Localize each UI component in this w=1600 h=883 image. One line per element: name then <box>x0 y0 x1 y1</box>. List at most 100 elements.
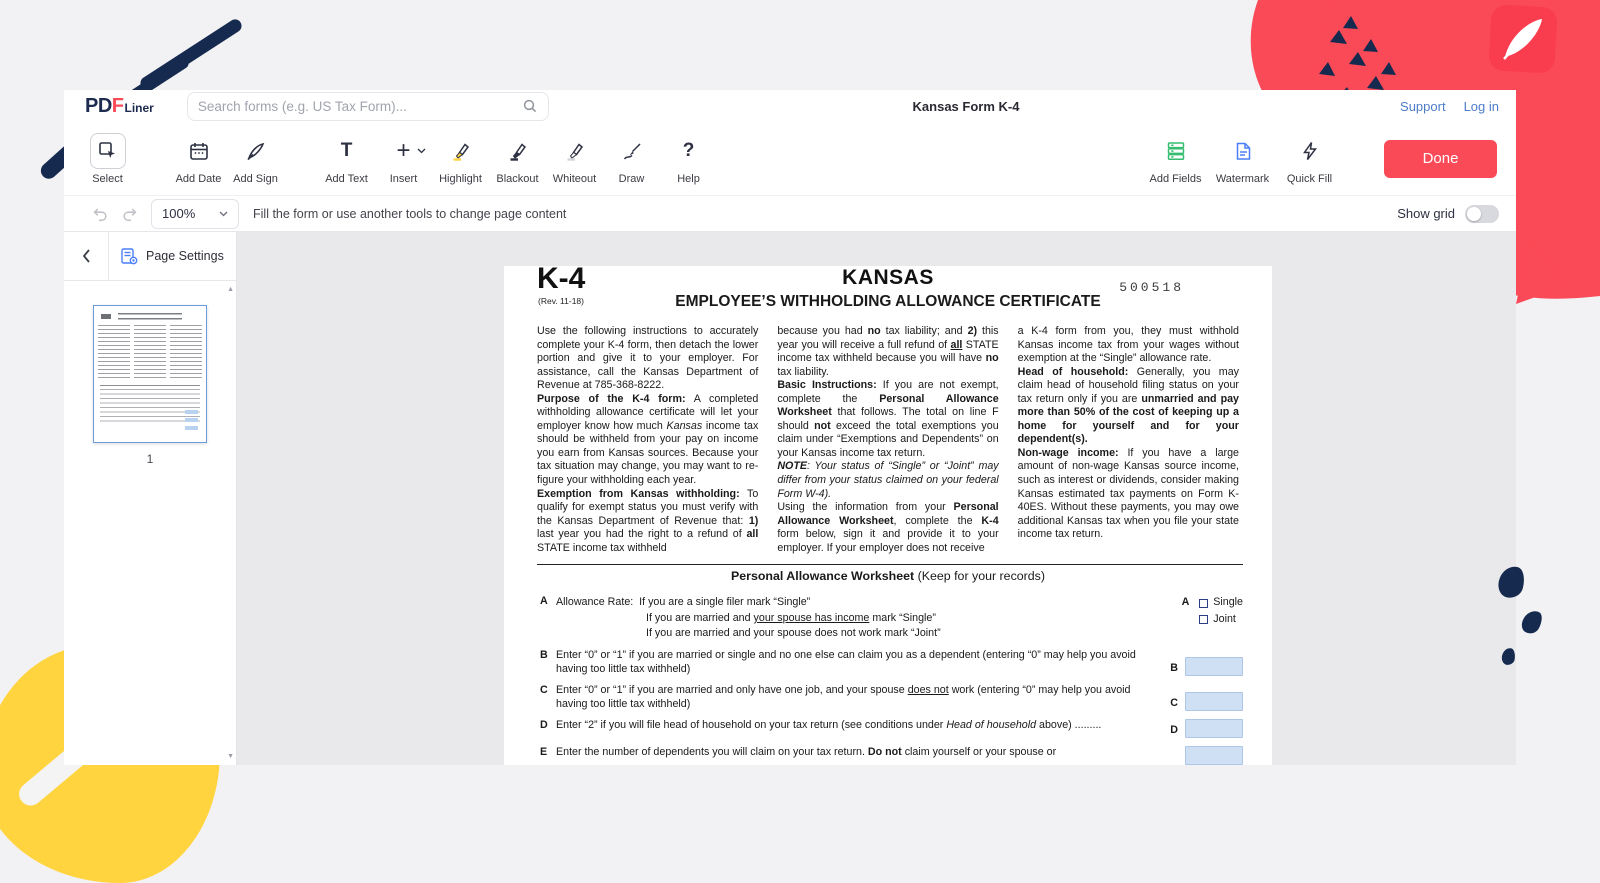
tool-label: Quick Fill <box>1287 173 1332 185</box>
document-title: Kansas Form K-4 <box>816 99 1116 114</box>
thumbnail-list: 1 <box>64 281 236 466</box>
show-grid-label: Show grid <box>1397 206 1455 221</box>
thumb-title-lines <box>118 313 182 322</box>
signature-pen-icon <box>238 133 274 169</box>
tool-label: Highlight <box>439 173 482 185</box>
page-settings-button[interactable]: Page Settings <box>109 232 234 280</box>
tool-highlight[interactable]: Highlight <box>432 133 489 185</box>
chevron-down-icon <box>219 211 228 217</box>
line-c-input[interactable] <box>1185 692 1243 711</box>
tool-quick-fill[interactable]: Quick Fill <box>1281 133 1338 185</box>
instruction-column-2: because you had no tax liability; and 2)… <box>777 325 998 555</box>
blackout-marker-icon <box>500 133 536 169</box>
line-d-input[interactable] <box>1185 719 1243 738</box>
sub-toolbar: 100% Fill the form or use another tools … <box>64 196 1516 232</box>
toggle-knob <box>1467 207 1481 221</box>
form-state-title: KANSAS <box>537 266 1239 290</box>
search-box <box>187 92 549 121</box>
pdf-page: 500518 K-4 (Rev. 11-18) KANSAS EMPLOYEE’… <box>504 266 1272 765</box>
plus-icon: + <box>386 133 422 169</box>
calendar-icon <box>181 133 217 169</box>
tool-select[interactable]: Select <box>79 133 136 185</box>
single-checkbox[interactable]: Single <box>1199 596 1243 610</box>
pdfliner-logo[interactable]: PDFLiner <box>85 95 154 118</box>
hint-text: Fill the form or use another tools to ch… <box>253 207 566 221</box>
login-link[interactable]: Log in <box>1464 99 1499 114</box>
tool-add-sign[interactable]: Add Sign <box>227 133 284 185</box>
app-window: PDFLiner Kansas Form K-4 Support Log in … <box>64 90 1516 765</box>
question-mark-icon: ? <box>671 133 707 169</box>
line-b-input[interactable] <box>1185 657 1243 676</box>
search-icon[interactable] <box>522 98 538 114</box>
form-subtitle: EMPLOYEE’S WITHHOLDING ALLOWANCE CERTIFI… <box>537 293 1239 311</box>
row-c-text: Enter “0” or “1” if you are married and … <box>556 684 1143 712</box>
tool-label: Add Text <box>325 173 368 185</box>
tool-label: Draw <box>619 173 645 185</box>
text-icon: T <box>329 133 365 169</box>
checkbox-label: Joint <box>1213 613 1236 627</box>
support-link[interactable]: Support <box>1400 99 1446 114</box>
draw-pen-icon <box>614 133 650 169</box>
tool-label: Add Date <box>176 173 222 185</box>
tool-add-text[interactable]: T Add Text <box>318 133 375 185</box>
chevron-down-icon <box>417 148 426 154</box>
toolbar-right-group: Add Fields Watermark <box>1147 133 1338 185</box>
row-letter: B <box>540 649 556 677</box>
zoom-select[interactable]: 100% <box>151 199 239 229</box>
instruction-columns: Use the following instructions to accura… <box>504 325 1272 555</box>
joint-checkbox[interactable]: Joint <box>1199 613 1243 627</box>
tool-draw[interactable]: Draw <box>603 133 660 185</box>
row-letter: C <box>1170 697 1178 711</box>
worksheet-row-d: D Enter “2” if you will file head of hou… <box>540 719 1243 739</box>
tool-help[interactable]: ? Help <box>660 133 717 185</box>
logo-text: F <box>112 95 124 118</box>
row-letter: E <box>540 746 556 765</box>
redo-button[interactable] <box>120 204 140 224</box>
logo-text: Liner <box>125 101 154 115</box>
worksheet-divider <box>537 564 1243 565</box>
tool-whiteout[interactable]: Whiteout <box>546 133 603 185</box>
page-thumbnail[interactable] <box>93 305 207 443</box>
lightning-icon <box>1292 133 1328 169</box>
select-icon <box>90 133 126 169</box>
toolbar: Select Add Date <box>64 122 1516 196</box>
row-a-text: Allowance Rate: If you are a single file… <box>556 595 1143 642</box>
worksheet-title: Personal Allowance Worksheet (Keep for y… <box>504 569 1272 583</box>
worksheet-row-b: B Enter “0” or “1” if you are married or… <box>540 649 1243 677</box>
checkbox-box <box>1199 615 1208 624</box>
tool-insert[interactable]: + Insert <box>375 133 432 185</box>
tool-blackout[interactable]: Blackout <box>489 133 546 185</box>
scroll-up-arrow[interactable]: ▲ <box>227 286 234 293</box>
document-area: 500518 K-4 (Rev. 11-18) KANSAS EMPLOYEE’… <box>237 232 1516 765</box>
tool-add-date[interactable]: Add Date <box>170 133 227 185</box>
thumb-text-columns <box>98 325 202 381</box>
pages-sidebar: Page Settings 1 ▲ ▼ <box>64 232 237 765</box>
add-fields-icon <box>1158 133 1194 169</box>
tool-label: Help <box>677 173 700 185</box>
row-letter: A <box>540 595 556 642</box>
top-links: Support Log in <box>1400 99 1499 114</box>
personal-allowance-worksheet: A Allowance Rate: If you are a single fi… <box>504 583 1272 765</box>
show-grid-toggle[interactable] <box>1465 205 1499 223</box>
worksheet-row-e: E Enter the number of dependents you wil… <box>540 746 1243 765</box>
form-revision: (Rev. 11-18) <box>538 296 584 306</box>
page-number: 1 <box>64 452 236 466</box>
search-input[interactable] <box>198 99 522 114</box>
collapse-sidebar-button[interactable] <box>64 232 108 280</box>
row-letter: B <box>1170 662 1178 676</box>
tool-label: Add Sign <box>233 173 278 185</box>
worksheet-row-a: A Allowance Rate: If you are a single fi… <box>540 595 1243 642</box>
thumb-field-marks <box>185 410 198 430</box>
form-code: K-4 <box>537 262 585 296</box>
top-bar: PDFLiner Kansas Form K-4 Support Log in <box>64 90 1516 122</box>
sidebar-header: Page Settings <box>64 232 236 281</box>
scroll-down-arrow[interactable]: ▼ <box>227 753 234 760</box>
tool-add-fields[interactable]: Add Fields <box>1147 133 1204 185</box>
done-button[interactable]: Done <box>1384 140 1497 178</box>
form-header: K-4 (Rev. 11-18) KANSAS EMPLOYEE’S WITHH… <box>504 266 1272 311</box>
tool-watermark[interactable]: Watermark <box>1214 133 1271 185</box>
chevron-left-icon <box>81 248 91 264</box>
row-letter: A <box>1182 596 1190 610</box>
undo-button[interactable] <box>90 204 110 224</box>
line-e-input[interactable] <box>1185 746 1243 765</box>
